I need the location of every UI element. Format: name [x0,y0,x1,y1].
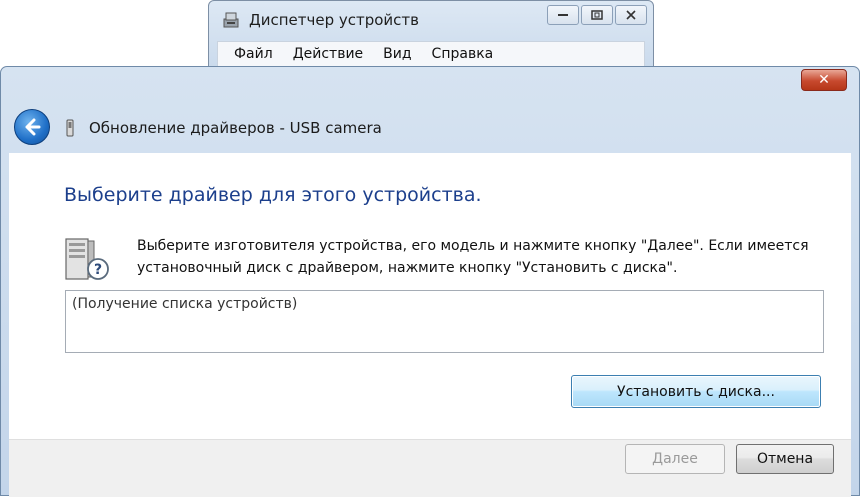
dialog-close-button[interactable]: ✕ [801,69,847,91]
device-manager-menubar: Файл Действие Вид Справка [217,41,645,67]
device-manager-titlebar: Диспетчер устройств [209,1,653,39]
back-button[interactable] [14,109,50,145]
device-manager-caption-buttons [547,5,647,25]
minimize-button[interactable] [547,5,579,25]
back-arrow-icon [25,118,41,136]
maximize-button[interactable] [581,5,613,25]
close-icon: ✕ [818,72,830,88]
device-manager-icon [223,12,239,28]
update-driver-dialog: ✕ Обновление драйверов - USB camera Выбе… [0,66,860,497]
menu-help[interactable]: Справка [432,46,494,62]
dialog-header: Обновление драйверов - USB camera [1,103,859,155]
dialog-footer: Далее Отмена [9,439,851,497]
close-icon [626,10,636,20]
usb-device-icon [66,119,74,137]
have-disk-button[interactable]: Установить с диска... [571,375,821,408]
menu-file[interactable]: Файл [234,46,273,62]
menu-view[interactable]: Вид [383,46,411,62]
dialog-title: Обновление драйверов - USB camera [89,119,382,137]
instruction-text: Выберите изготовителя устройства, его мо… [137,238,809,276]
minimize-icon [558,14,568,16]
bg-close-button[interactable] [615,5,647,25]
main-instruction: Выберите драйвер для этого устройства. [64,184,482,206]
next-button[interactable]: Далее [625,444,725,474]
maximize-icon [591,10,603,20]
svg-text:?: ? [94,262,102,278]
device-list[interactable]: (Получение списка устройств) [65,290,824,353]
driver-question-icon: ? [65,238,109,280]
cancel-button[interactable]: Отмена [736,444,834,474]
device-list-placeholder: (Получение списка устройств) [72,296,298,312]
menu-action[interactable]: Действие [293,46,363,62]
dialog-content: Выберите драйвер для этого устройства. ?… [9,153,851,439]
device-manager-title: Диспетчер устройств [249,11,420,29]
